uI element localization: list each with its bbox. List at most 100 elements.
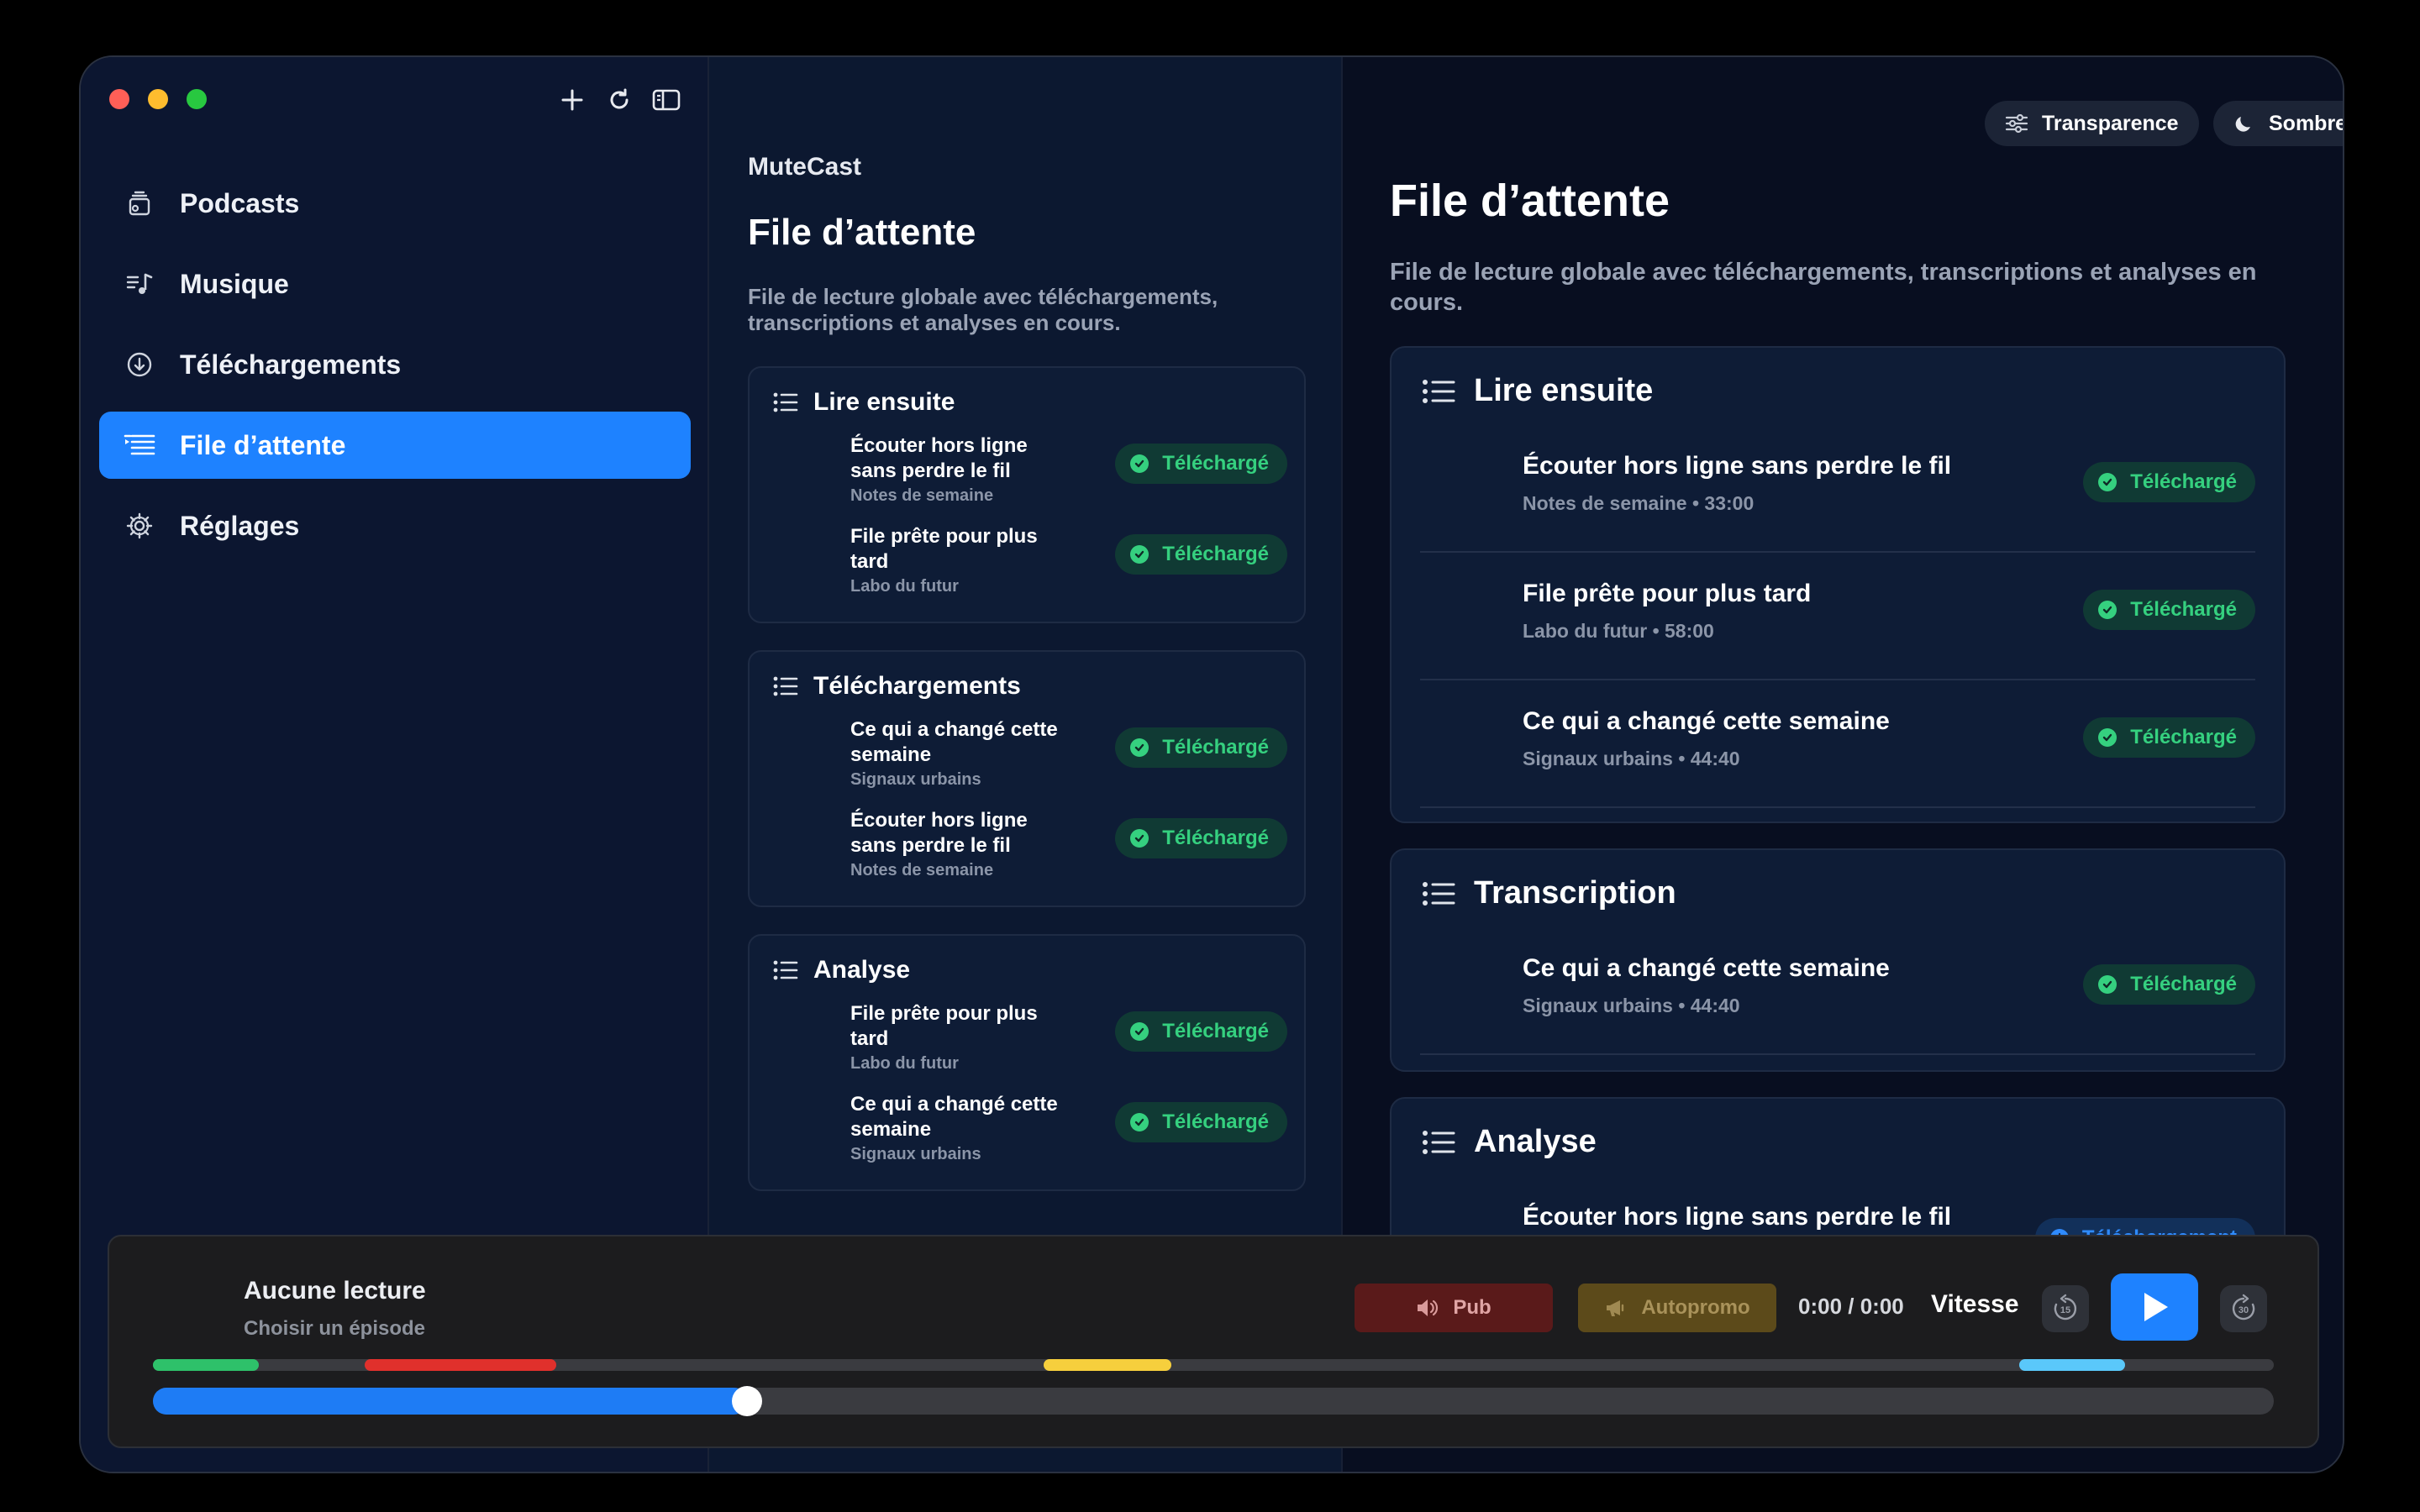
checkmark-icon (1130, 1113, 1150, 1131)
checkmark-icon (1130, 454, 1150, 473)
section-header: Lire ensuite (773, 388, 955, 417)
episode-title: Ce qui a changé cette semaine (1523, 954, 1890, 982)
window-controls (109, 89, 207, 109)
list-item[interactable]: Écouter hors ligne sans perdre le fil No… (1420, 425, 2255, 553)
list-item[interactable]: Ce qui a changé cette semaine Signaux ur… (850, 717, 1287, 798)
status-badge: Téléchargé (1115, 818, 1287, 858)
episode-subtitle: Signaux urbains • 44:40 (1523, 995, 1740, 1016)
now-playing-subtitle: Choisir un épisode (244, 1317, 426, 1340)
segment-marker (2019, 1359, 2126, 1371)
status-badge: Téléchargé (2083, 590, 2255, 630)
download-icon (123, 348, 156, 381)
queue-section-card: Téléchargements Ce qui a changé cette se… (748, 650, 1306, 907)
episode-title: Ce qui a changé cette semaine (850, 1093, 1058, 1141)
playback-time: 0:00 / 0:00 (1798, 1294, 1904, 1319)
sidebar-item-podcasts[interactable]: Podcasts (99, 170, 691, 237)
list-icon (773, 392, 798, 412)
skip-back-15-button[interactable]: 15 (2042, 1285, 2089, 1332)
episode-subtitle: Labo du futur • 58:00 (1523, 620, 1714, 642)
refresh-icon[interactable] (603, 84, 635, 116)
moon-icon (2235, 117, 2250, 132)
section-title: Analyse (813, 956, 911, 984)
transparency-button[interactable]: Transparence (1985, 101, 2199, 146)
sidebar-item-telechargements[interactable]: Téléchargements (99, 331, 691, 398)
theme-button[interactable]: Sombre (2213, 101, 2343, 146)
status-badge: Téléchargé (2083, 462, 2255, 502)
episode-title: Écouter hors ligne sans perdre le fil (850, 809, 1028, 857)
status-label: Téléchargé (2130, 973, 2237, 995)
speed-button[interactable]: Vitesse (1931, 1290, 2019, 1319)
segment-marker (153, 1359, 260, 1371)
section-title: Transcription (1474, 875, 1676, 911)
status-badge: Téléchargé (1115, 1011, 1287, 1052)
player-bar: Aucune lecture Choisir un épisode Pub Au… (108, 1235, 2319, 1448)
skip-self-promo-button[interactable]: Autopromo (1578, 1284, 1776, 1332)
sidebar-item-label: Podcasts (180, 187, 300, 218)
progress-fill (153, 1388, 747, 1415)
skip-forward-icon: 30 (2232, 1294, 2255, 1320)
episode-title: File prête pour plus tard (850, 1002, 1038, 1050)
episode-title: File prête pour plus tard (850, 525, 1038, 573)
app-window: Podcasts Musique Téléchargements File d’… (79, 55, 2344, 1473)
checkmark-icon (2098, 728, 2118, 747)
episode-subtitle: Notes de semaine (850, 861, 994, 879)
episode-subtitle: Labo du futur (850, 1054, 959, 1073)
play-button[interactable] (2111, 1273, 2198, 1341)
segment-marker (365, 1359, 556, 1371)
list-item[interactable]: File prête pour plus tard Labo du futur … (850, 1001, 1287, 1082)
episode-subtitle: Labo du futur (850, 577, 959, 596)
minimize-window-button[interactable] (148, 89, 168, 109)
progress-knob[interactable] (731, 1386, 762, 1416)
checkmark-icon (2098, 975, 2118, 994)
list-item[interactable]: Ce qui a changé cette semaine Signaux ur… (850, 1092, 1287, 1173)
status-label: Téléchargé (1162, 543, 1269, 565)
skip-forward-30-button[interactable]: 30 (2220, 1285, 2267, 1332)
music-icon (123, 267, 156, 301)
add-icon[interactable] (556, 84, 588, 116)
list-item[interactable]: File prête pour plus tard Labo du futur … (1420, 553, 2255, 680)
self-promo-label: Autopromo (1641, 1296, 1750, 1319)
episode-subtitle: Notes de semaine • 33:00 (1523, 492, 1754, 514)
sidebar-item-label: Musique (180, 268, 289, 299)
zoom-window-button[interactable] (187, 89, 207, 109)
page-title: File d’attente (748, 212, 976, 253)
list-item[interactable]: Écouter hors ligne sans perdre le fil No… (850, 808, 1287, 889)
episode-title: Écouter hors ligne sans perdre le fil (1523, 452, 1952, 480)
status-label: Téléchargé (1162, 827, 1269, 849)
sidebar-toggle-icon[interactable] (650, 84, 682, 116)
skip-ad-button[interactable]: Pub (1355, 1284, 1553, 1332)
queue-section-card: Analyse File prête pour plus tard Labo d… (748, 934, 1306, 1191)
queue-section-card: Transcription Ce qui a changé cette sema… (1390, 848, 2286, 1072)
page-description: File de lecture globale avec téléchargem… (1390, 259, 2257, 316)
chapter-segments-bar (153, 1359, 2274, 1371)
section-title: Analyse (1474, 1124, 1597, 1159)
list-icon (1423, 379, 1455, 403)
sidebar-item-file-d-attente[interactable]: File d’attente (99, 412, 691, 479)
close-window-button[interactable] (109, 89, 129, 109)
episode-subtitle: Signaux urbains (850, 1145, 981, 1163)
skip-back-icon: 15 (2054, 1294, 2077, 1320)
list-item[interactable]: File prête pour plus tard Labo du futur … (850, 524, 1287, 605)
list-item[interactable]: Ce qui a changé cette semaine Signaux ur… (1420, 680, 2255, 808)
episode-title: Ce qui a changé cette semaine (850, 718, 1058, 766)
list-item[interactable]: Écouter hors ligne sans perdre le fil No… (850, 433, 1287, 514)
status-badge: Téléchargé (1115, 534, 1287, 575)
list-icon (1423, 881, 1455, 906)
progress-slider[interactable] (153, 1386, 2274, 1416)
podcasts-icon (123, 186, 156, 220)
status-label: Téléchargé (1162, 736, 1269, 759)
queue-icon (123, 428, 156, 462)
ad-label: Pub (1453, 1296, 1491, 1319)
section-header: Transcription (1422, 875, 1676, 911)
list-icon (773, 676, 798, 696)
sidebar-item-reglages[interactable]: Réglages (99, 492, 691, 559)
status-badge: Téléchargé (1115, 1102, 1287, 1142)
checkmark-icon (2098, 473, 2118, 491)
episode-title: Écouter hors ligne sans perdre le fil (1523, 1203, 1952, 1231)
checkmark-icon (1130, 829, 1150, 848)
sidebar-item-musique[interactable]: Musique (99, 250, 691, 318)
transparency-label: Transparence (2042, 111, 2179, 135)
episode-subtitle: Signaux urbains (850, 770, 981, 789)
now-playing-title: Aucune lecture (244, 1277, 426, 1305)
list-item[interactable]: Ce qui a changé cette semaine Signaux ur… (1420, 927, 2255, 1055)
